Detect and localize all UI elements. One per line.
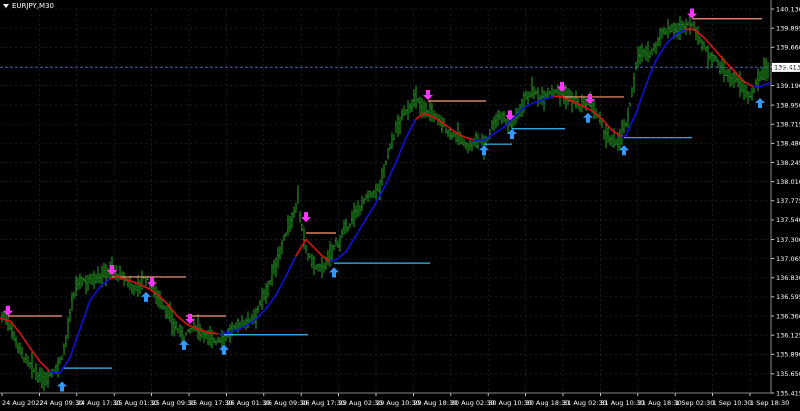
trend-line-segment (655, 43, 667, 62)
buy-arrow-icon (583, 112, 593, 123)
arrows-layer (3, 8, 765, 392)
trend-line-segment (109, 276, 119, 280)
trend-line-segment (759, 82, 771, 88)
price-tick-label: 138.715 (776, 121, 800, 129)
trend-line-segment (305, 238, 315, 249)
buy-arrow-icon (57, 381, 67, 392)
symbol-dropdown-icon[interactable] (3, 4, 9, 8)
price-tick-label: 139.895 (776, 24, 800, 32)
trend-line-segment (69, 328, 81, 359)
trend-line-segment (463, 136, 475, 141)
price-tick-label: 138.950 (776, 101, 800, 109)
trend-line-segment (313, 246, 323, 257)
buy-arrow-icon (219, 344, 229, 355)
sell-arrow-icon (301, 212, 311, 223)
axis-layer: 140.130 139.895 139.660 139.425 139.190 138.9… (0, 0, 800, 407)
time-tick-label: 1 Sep 02:30 (675, 399, 714, 407)
trend-line-segment (217, 332, 227, 335)
price-tick-label: 138.245 (776, 159, 800, 167)
price-tick-label: 137.540 (776, 216, 800, 224)
trend-line-segment (329, 259, 337, 263)
trend-layer (0, 28, 771, 374)
current-price-layer: 139.413 (0, 62, 800, 72)
sell-arrow-icon (687, 8, 697, 19)
price-tick-label: 140.130 (776, 5, 800, 13)
trend-line-segment (79, 299, 91, 330)
candles-layer (1, 13, 769, 392)
trend-line-segment (753, 85, 761, 88)
price-tick-label: 136.360 (776, 312, 800, 320)
price-tick-label: 137.065 (776, 255, 800, 263)
buy-arrow-icon (329, 267, 339, 278)
buy-arrow-icon (141, 291, 151, 302)
time-tick-label: 1 Sep 18:30 (750, 399, 789, 407)
trend-line-segment (89, 285, 101, 302)
price-tick-label: 136.595 (776, 293, 800, 301)
price-tick-label: 135.650 (776, 370, 800, 378)
buy-arrow-icon (479, 145, 489, 156)
trend-line-segment (365, 202, 377, 220)
trend-line-segment (601, 118, 613, 132)
price-tick-label: 138.010 (776, 178, 800, 186)
trend-line-segment (723, 59, 735, 72)
trend-line-segment (553, 95, 563, 98)
sell-arrow-icon (423, 89, 433, 100)
price-tick-label: 139.190 (776, 82, 800, 90)
price-tick-label: 139.425 (776, 63, 800, 71)
price-tick-label: 137.775 (776, 197, 800, 205)
price-tick-label: 135.890 (776, 351, 800, 359)
price-tick-label: 138.480 (776, 140, 800, 148)
chart-window[interactable]: 139.413 140.130 139.895 139.660 139.425 139.… (0, 0, 800, 411)
buy-arrow-icon (179, 339, 189, 350)
price-tick-label: 135.415 (776, 389, 800, 397)
time-tick-label: 24 Aug 2022 (2, 399, 44, 407)
price-tick-label: 139.660 (776, 44, 800, 52)
symbol-label[interactable]: EURJPY,M30 (3, 2, 54, 10)
price-chart[interactable]: 139.413 140.130 139.895 139.660 139.425 139.… (0, 0, 800, 411)
trend-line-segment (345, 234, 357, 253)
trend-line-segment (405, 118, 417, 139)
grid-layer (0, 8, 771, 394)
price-tick-label: 137.300 (776, 236, 800, 244)
time-tick-label: 1 Sep 10:30 (713, 399, 752, 407)
trend-line-segment (355, 218, 367, 237)
trend-line-segment (645, 59, 657, 86)
price-tick-label: 136.830 (776, 274, 800, 282)
buy-arrow-icon (755, 98, 765, 109)
price-tick-label: 136.125 (776, 331, 800, 339)
trend-line-segment (385, 161, 397, 185)
trend-line-segment (275, 275, 287, 296)
trend-line-segment (395, 136, 407, 163)
symbol-text: EURJPY,M30 (12, 2, 54, 10)
trend-line-segment (177, 316, 189, 326)
